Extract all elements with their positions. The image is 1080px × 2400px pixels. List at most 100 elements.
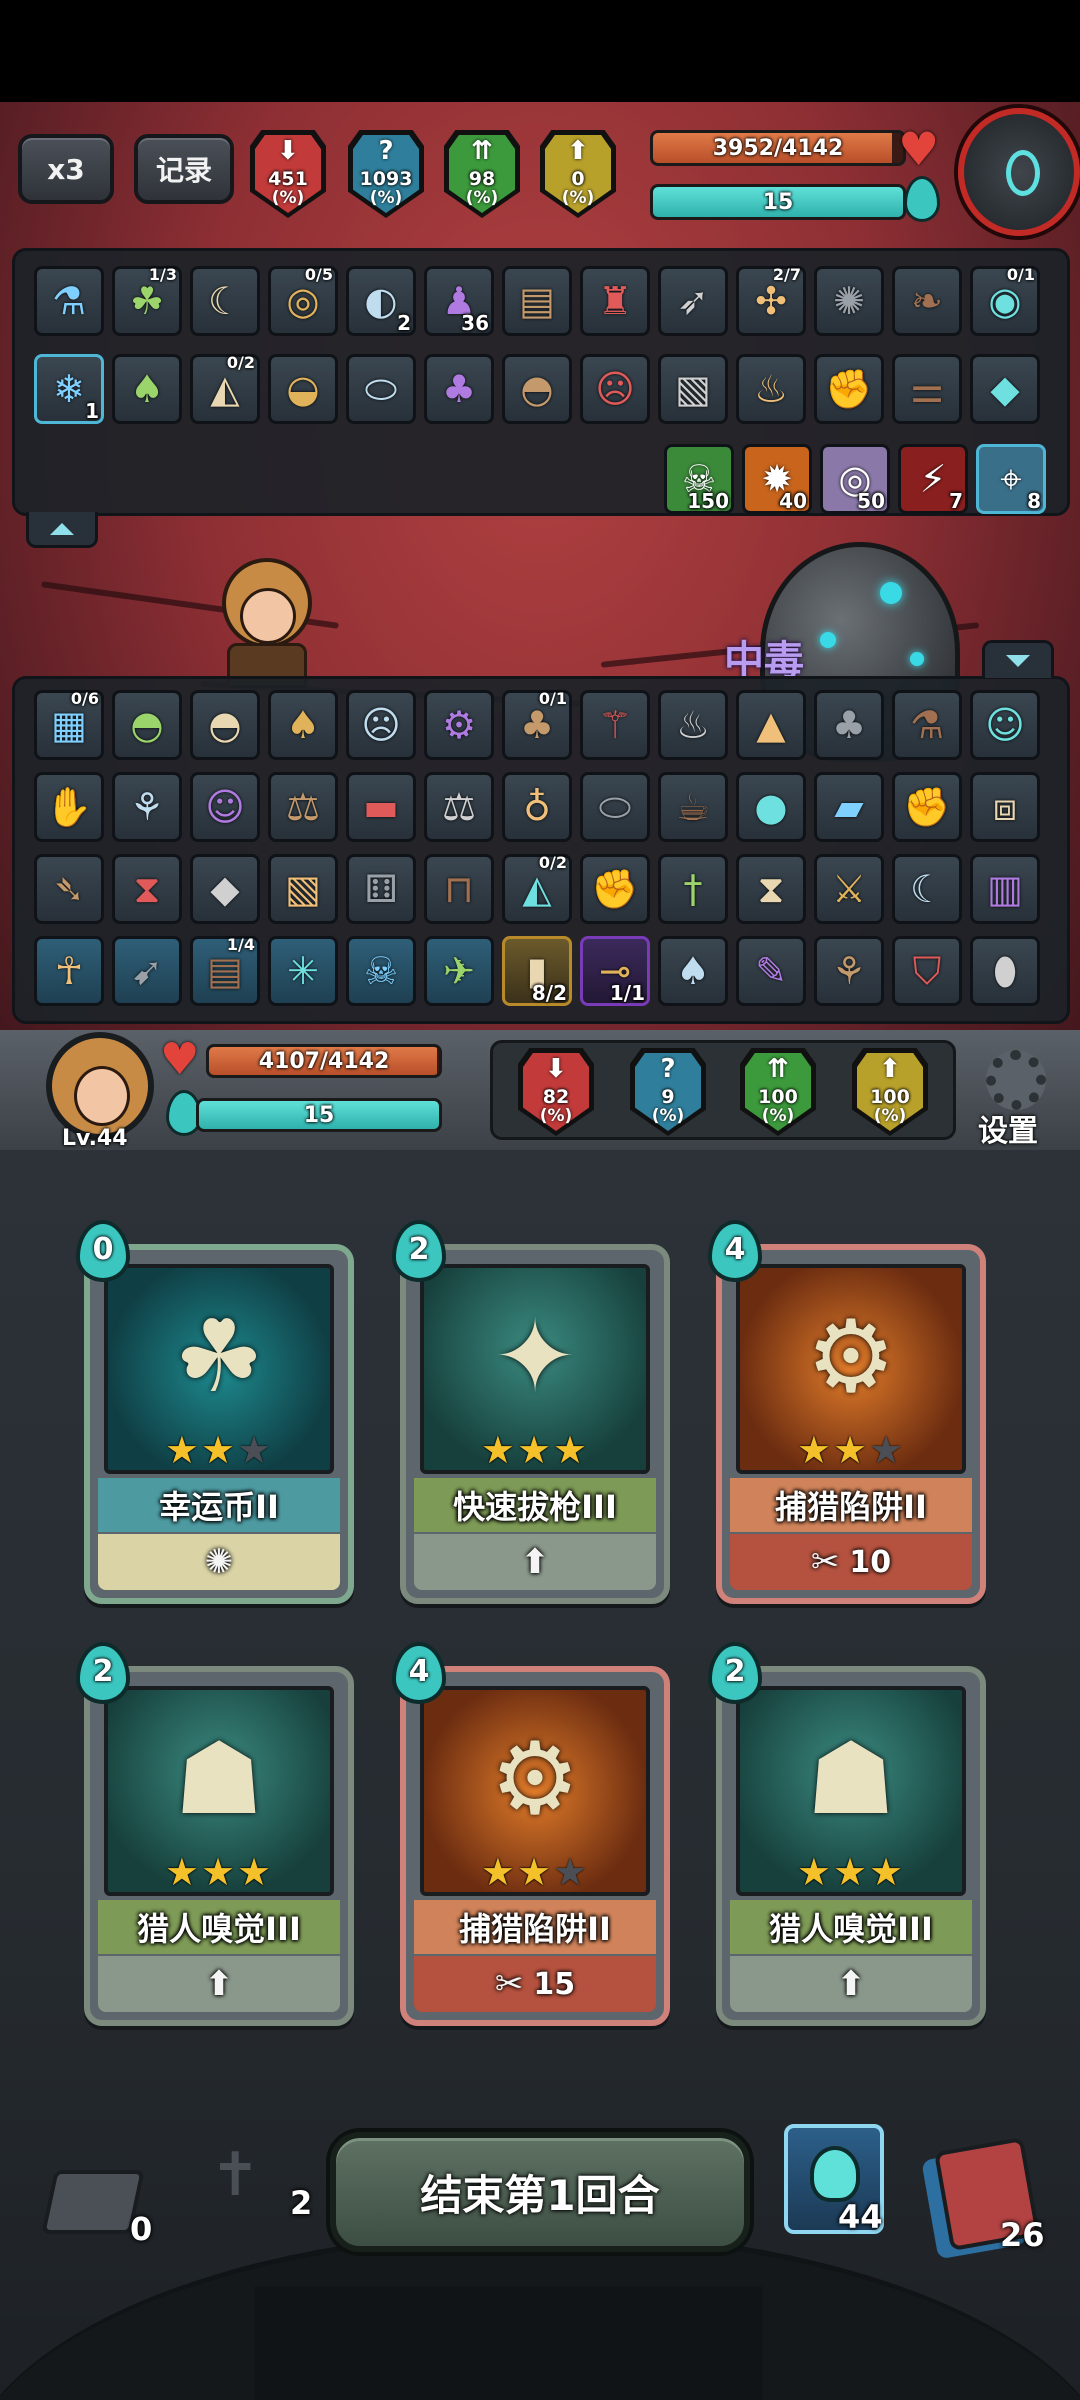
skill-card[interactable]: ⚙ ★★★ 捕猎陷阱II ✂ 15 4 <box>392 1642 670 2026</box>
player-item-slot[interactable]: ✊ <box>892 772 962 842</box>
player-item-slot[interactable]: ⚗ <box>892 690 962 760</box>
player-item-slot[interactable]: ➹ <box>112 936 182 1006</box>
player-item-slot[interactable]: ⚖ <box>268 772 338 842</box>
enemy-effect-slot[interactable]: ⚡ 7 <box>898 444 968 514</box>
skill-card[interactable]: ☗ ★★★ 猎人嗅觉III ⬆ 2 <box>76 1642 354 2026</box>
player-item-slot[interactable]: ⬭ <box>580 772 650 842</box>
player-item-slot[interactable]: ◭ 0/2 <box>502 853 572 924</box>
player-item-slot[interactable]: ⚙ <box>424 690 494 760</box>
player-item-slot[interactable]: ⧗ <box>736 854 806 924</box>
player-item-slot[interactable]: ✊ <box>580 854 650 924</box>
enemy-item-slot[interactable]: ◭ 0/2 <box>190 353 260 424</box>
skill-card[interactable]: ☘ ★★★ 幸运币II ✺ 0 <box>76 1220 354 1604</box>
player-item-slot[interactable]: ● <box>736 772 806 842</box>
enemy-item-slot[interactable]: ⚗ <box>34 266 104 336</box>
player-item-slot[interactable]: ▦ 0/6 <box>34 689 104 760</box>
skill-card[interactable]: ⚙ ★★★ 捕猎陷阱II ✂ 10 4 <box>708 1220 986 1604</box>
enemy-effect-slot[interactable]: ◎ 50 <box>820 444 890 514</box>
player-item-slot[interactable]: ⚚ <box>580 690 650 760</box>
enemy-item-slot[interactable]: ⬭ <box>346 354 416 424</box>
enemy-portrait[interactable] <box>958 108 1080 236</box>
enemy-item-slot[interactable]: ☾ <box>190 266 260 336</box>
player-item-slot[interactable]: ⚖ <box>424 772 494 842</box>
enemy-item-slot[interactable]: ♟ 36 <box>424 266 494 336</box>
player-item-slot[interactable]: ⊓ <box>424 854 494 924</box>
potion-button[interactable]: 44 <box>784 2124 884 2236</box>
player-item-slot[interactable]: ☺ <box>970 690 1040 760</box>
skill-card[interactable]: ☗ ★★★ 猎人嗅觉III ⬆ 2 <box>708 1642 986 2026</box>
enemy-item-slot[interactable]: ▤ <box>502 266 572 336</box>
enemy-item-slot[interactable]: ❧ <box>892 266 962 336</box>
player-item-slot[interactable]: ⧗ <box>112 854 182 924</box>
player-item-slot[interactable]: ⚘ <box>814 936 884 1006</box>
enemy-stat-badge[interactable]: ⇈ 98 (%) <box>444 130 520 218</box>
enemy-item-slot[interactable]: ▧ <box>658 354 728 424</box>
enemy-item-slot[interactable]: ♠ <box>112 354 182 424</box>
enemy-item-slot[interactable]: ◒ <box>268 354 338 424</box>
grave-pile-button[interactable]: ✝ 2 <box>190 2140 320 2250</box>
enemy-item-slot[interactable]: ◓ <box>502 354 572 424</box>
player-item-slot[interactable]: ▤ 1/4 <box>190 935 260 1006</box>
enemy-item-slot[interactable]: ♣ <box>424 354 494 424</box>
enemy-item-slot[interactable]: ✣ 2/7 <box>736 265 806 336</box>
player-item-slot[interactable]: ⚅ <box>346 854 416 924</box>
player-item-slot[interactable]: ⚔ <box>814 854 884 924</box>
discard-pile-button[interactable]: 0 <box>38 2170 152 2250</box>
enemy-item-slot[interactable]: ✊ <box>814 354 884 424</box>
player-item-slot[interactable]: ✳ <box>268 936 338 1006</box>
player-item-slot[interactable]: ⧈ <box>970 772 1040 842</box>
player-item-slot[interactable]: ♠ <box>658 936 728 1006</box>
player-item-slot[interactable]: ☕ <box>658 772 728 842</box>
player-item-slot[interactable]: ⚘ <box>112 772 182 842</box>
collapse-tab[interactable] <box>26 512 98 548</box>
player-item-slot[interactable]: ✎ <box>736 936 806 1006</box>
player-item-slot[interactable]: ⬮ <box>970 936 1040 1006</box>
enemy-item-slot[interactable]: ◎ 0/5 <box>268 265 338 336</box>
enemy-effect-slot[interactable]: ☠ 150 <box>664 444 734 514</box>
player-item-slot[interactable]: ☾ <box>892 854 962 924</box>
enemy-stat-badge[interactable]: ⬆ 0 (%) <box>540 130 616 218</box>
expand-tab[interactable] <box>982 640 1054 678</box>
enemy-stat-badge[interactable]: ⬇ 451 (%) <box>250 130 326 218</box>
player-item-slot[interactable]: ✋ <box>34 772 104 842</box>
player-item-slot[interactable]: ✈ <box>424 936 494 1006</box>
enemy-item-slot[interactable]: ✺ <box>814 266 884 336</box>
player-item-slot[interactable]: ☹ <box>346 690 416 760</box>
enemy-item-slot[interactable]: ❄ 1 <box>34 354 104 424</box>
enemy-effect-slot[interactable]: ⌖ 8 <box>976 444 1046 514</box>
player-avatar[interactable] <box>46 1032 154 1140</box>
player-item-slot[interactable]: † <box>658 854 728 924</box>
settings-button[interactable]: 设置 <box>976 1050 1062 1149</box>
player-stat-badge[interactable]: ⬆ 100 (%) <box>852 1048 928 1136</box>
player-item-slot[interactable]: ♁ <box>502 772 572 842</box>
end-turn-button[interactable]: 结束第1回合 <box>330 2132 750 2252</box>
player-item-slot[interactable]: ♨ <box>658 690 728 760</box>
enemy-item-slot[interactable]: ◆ <box>970 354 1040 424</box>
player-item-slot[interactable]: ♣ 0/1 <box>502 689 572 760</box>
record-button[interactable]: 记录 <box>134 134 234 204</box>
player-stat-badge[interactable]: ? 9 (%) <box>630 1048 706 1136</box>
player-item-slot[interactable]: ▬ <box>346 772 416 842</box>
player-item-slot[interactable]: ➴ <box>34 854 104 924</box>
enemy-item-slot[interactable]: ☘ 1/3 <box>112 265 182 336</box>
enemy-item-slot[interactable]: ◐ 2 <box>346 266 416 336</box>
player-item-slot[interactable]: ◓ <box>112 690 182 760</box>
player-item-slot[interactable]: ♠ <box>268 690 338 760</box>
enemy-item-slot[interactable]: ⚌ <box>892 354 962 424</box>
player-item-slot[interactable]: ⊸ 1/1 <box>580 936 650 1006</box>
enemy-item-slot[interactable]: ➶ <box>658 266 728 336</box>
enemy-item-slot[interactable]: ☹ <box>580 354 650 424</box>
player-stat-badge[interactable]: ⬇ 82 (%) <box>518 1048 594 1136</box>
player-item-slot[interactable]: ▥ <box>970 854 1040 924</box>
enemy-stat-badge[interactable]: ? 1093 (%) <box>348 130 424 218</box>
enemy-item-slot[interactable]: ♨ <box>736 354 806 424</box>
player-item-slot[interactable]: ▲ <box>736 690 806 760</box>
enemy-item-slot[interactable]: ◉ 0/1 <box>970 265 1040 336</box>
player-item-slot[interactable]: ☠ <box>346 936 416 1006</box>
player-item-slot[interactable]: ▧ <box>268 854 338 924</box>
player-item-slot[interactable]: ☺ <box>190 772 260 842</box>
enemy-effect-slot[interactable]: ✹ 40 <box>742 444 812 514</box>
player-item-slot[interactable]: ⛉ <box>892 936 962 1006</box>
player-stat-badge[interactable]: ⇈ 100 (%) <box>740 1048 816 1136</box>
player-item-slot[interactable]: ◓ <box>190 690 260 760</box>
